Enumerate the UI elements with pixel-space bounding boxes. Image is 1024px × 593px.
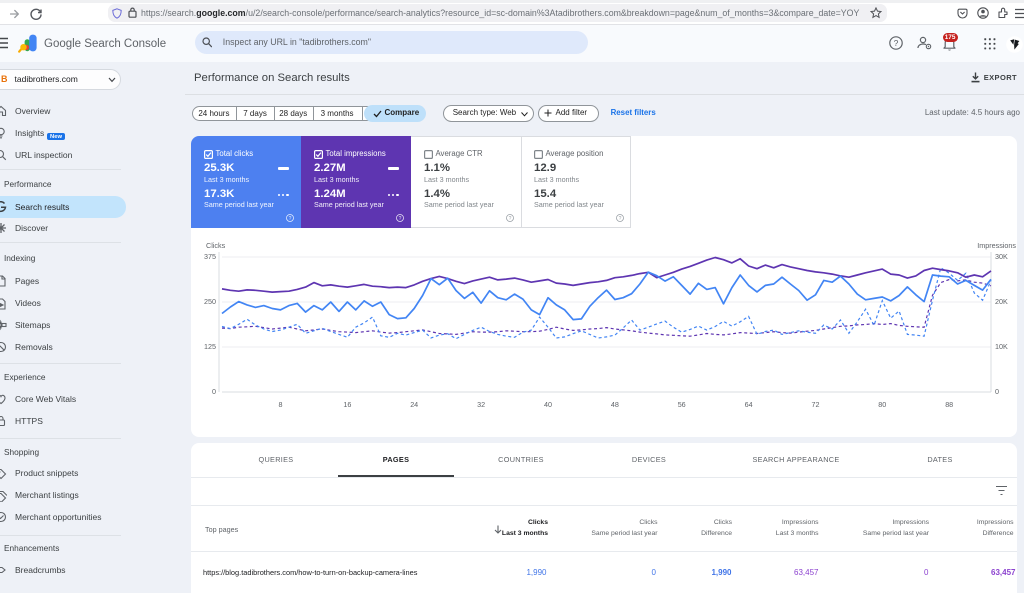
svg-text:?: ? — [894, 38, 899, 48]
svg-text:?: ? — [619, 216, 622, 222]
svg-text:?: ? — [509, 216, 512, 222]
svg-text:?: ? — [399, 216, 402, 222]
svg-text:?: ? — [289, 216, 292, 222]
